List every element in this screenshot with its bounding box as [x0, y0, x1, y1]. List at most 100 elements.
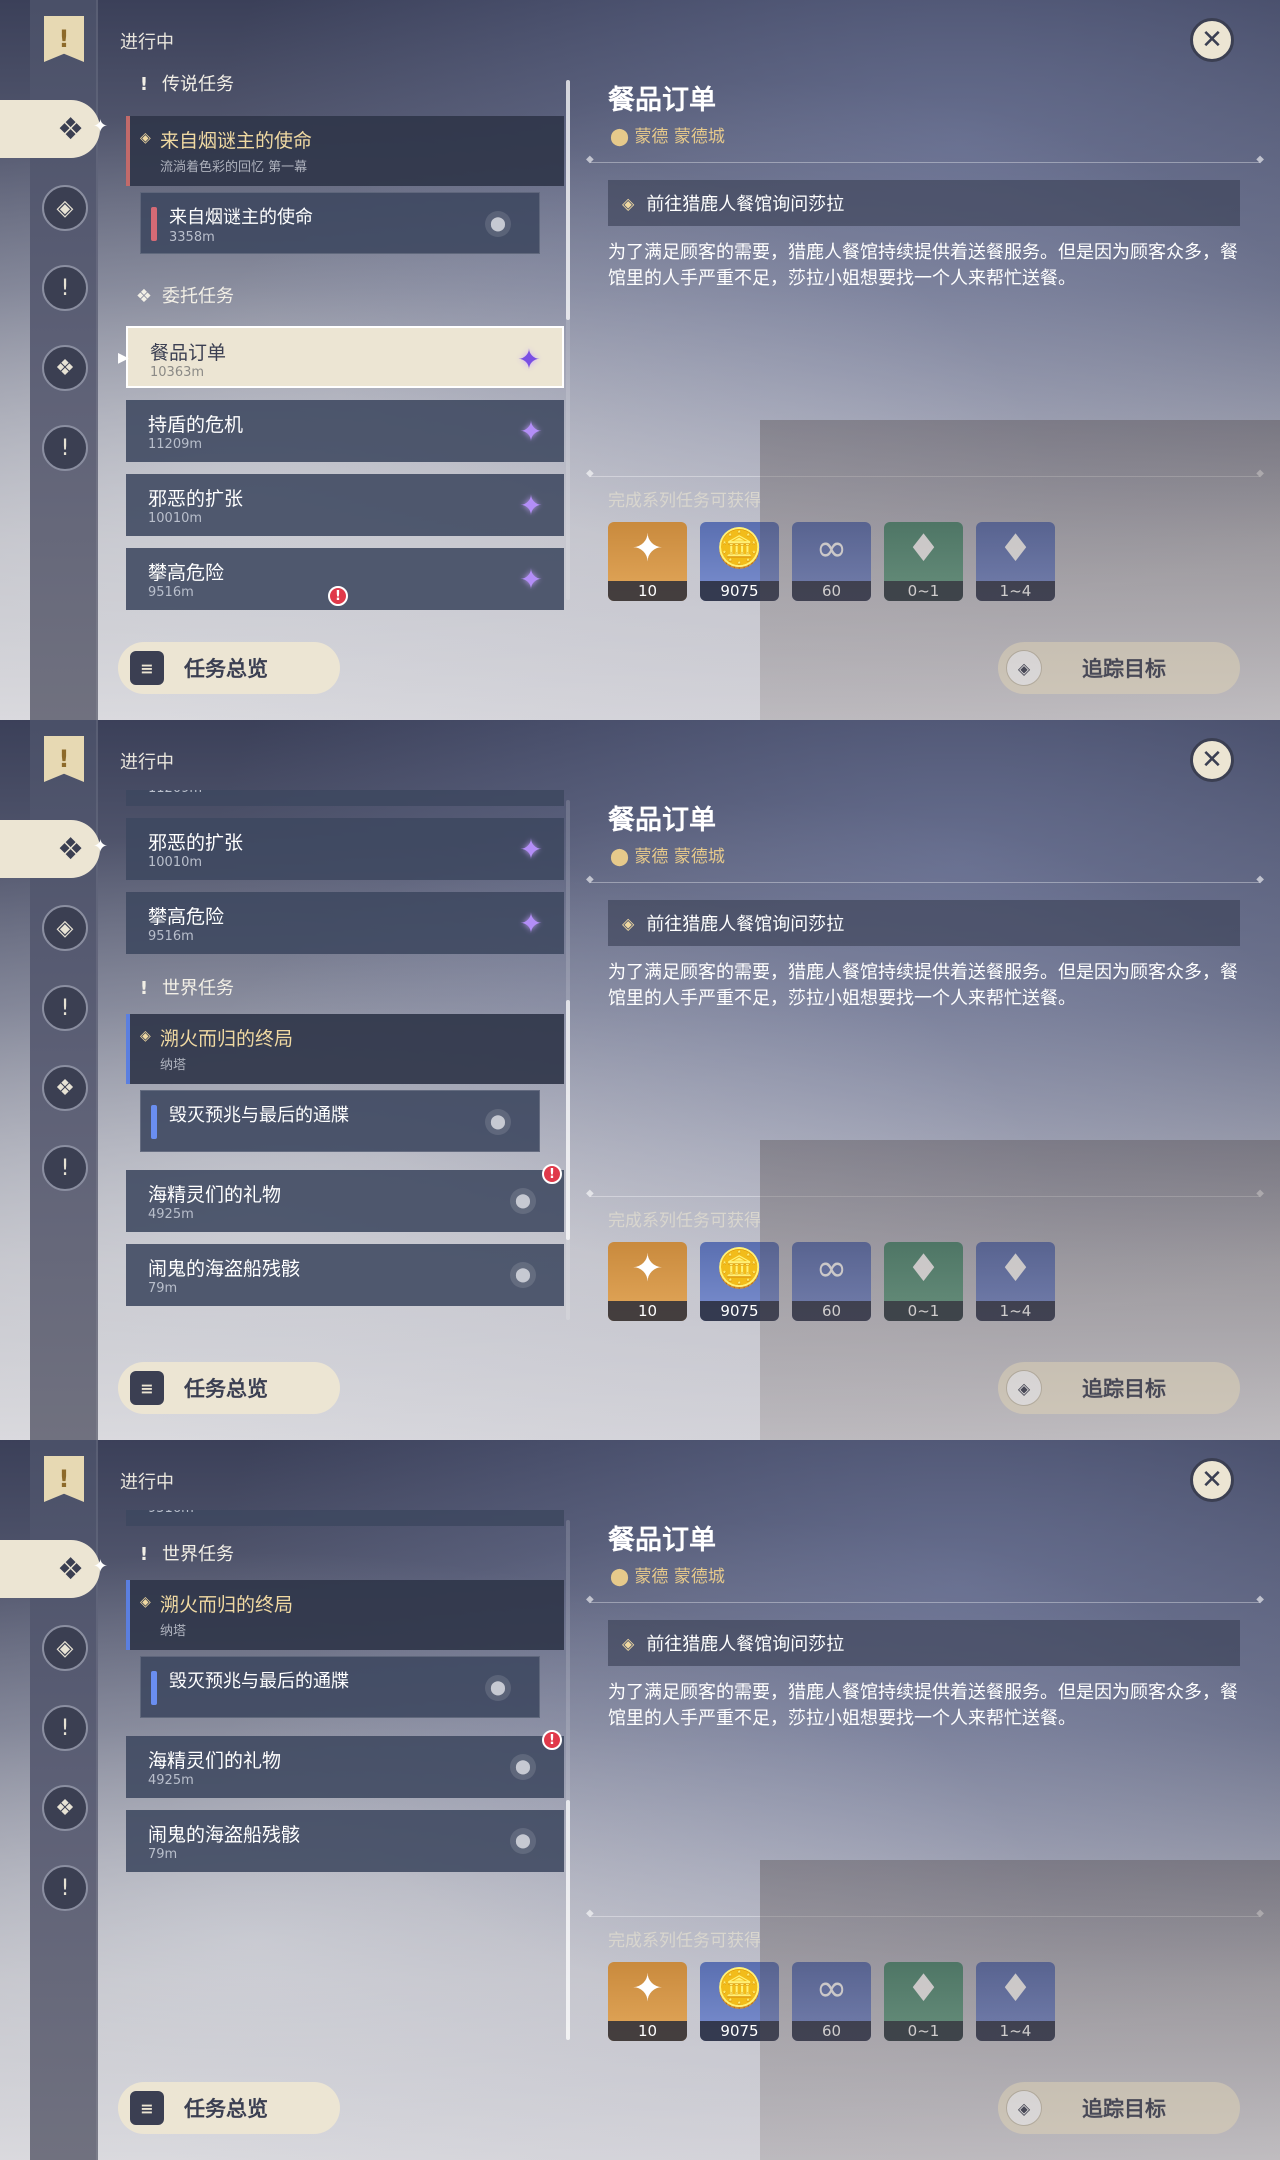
companionship-exp-icon[interactable]: ∞ 60 [792, 1242, 871, 1321]
primogem-icon[interactable]: ✦ 10 [608, 1242, 687, 1321]
quest-book-icon[interactable]: ! [44, 736, 84, 782]
close-button[interactable]: ✕ [1190, 1458, 1234, 1502]
primogem-icon[interactable]: ✦ 10 [608, 1962, 687, 2041]
quest-title: 来自烟谜主的使命 [160, 130, 313, 152]
scroll-thumb[interactable] [566, 80, 570, 320]
mora-icon[interactable]: 🪙 9075 [700, 1962, 779, 2041]
world-quest-card[interactable]: ◈ 溯火而归的终局 纳塔 [126, 1580, 564, 1650]
location-pin-icon[interactable]: ⬤ [510, 1188, 536, 1214]
button-label: 追踪目标 [1082, 657, 1166, 681]
world-subquest-card[interactable]: 毁灭预兆与最后的通牒 ⬤ [140, 1090, 540, 1152]
diamond-icon: ◈ [140, 1594, 151, 1610]
commission-card[interactable]: 邪恶的扩张 10010m ✦ [126, 818, 564, 880]
story-quest-filter-icon[interactable]: ! [42, 985, 88, 1031]
quest-title: 毁灭预兆与最后的通牒 [169, 1105, 349, 1126]
location-pin-icon[interactable]: ⬤ [485, 1675, 511, 1701]
objective-diamond-icon: ◈ [622, 1633, 635, 1653]
archon-quest-filter-icon[interactable]: ◈ [42, 905, 88, 951]
rewards-label: 完成系列任务可获得 [608, 1211, 761, 1231]
world-quest-filter-icon[interactable]: ! [42, 1865, 88, 1911]
commission-card[interactable]: 攀高危险 9516m ✦ [126, 1510, 564, 1526]
quest-overview-button[interactable]: ≡ 任务总览 [118, 2082, 340, 2134]
world-quest-filter-icon[interactable]: ! [42, 1145, 88, 1191]
world-quest-card[interactable]: ◈ 溯火而归的终局 纳塔 [126, 1014, 564, 1084]
archon-quest-card[interactable]: ◈ 来自烟谜主的使命 流淌着色彩的回忆 第一幕 [126, 116, 564, 186]
world-subquest-card[interactable]: 毁灭预兆与最后的通牒 ⬤ [140, 1656, 540, 1718]
sparkle-icon: ✦ [92, 836, 108, 857]
scrollbar[interactable] [566, 800, 570, 1320]
quest-overview-button[interactable]: ≡ 任务总览 [118, 642, 340, 694]
track-diamond-icon: ◈ [1006, 650, 1042, 686]
all-quests-tab[interactable]: ❖ ✦ [0, 1540, 108, 1598]
commission-card[interactable]: 持盾的危机 11209m ✦ [126, 400, 564, 462]
close-button[interactable]: ✕ [1190, 738, 1234, 782]
reward-qty: 10 [608, 2021, 687, 2041]
all-quests-icon: ❖ [57, 1551, 84, 1587]
location-pin-icon[interactable]: ⬤ [485, 211, 511, 237]
world-quest-card[interactable]: 海精灵们的礼物 4925m ⬤ [126, 1170, 564, 1232]
track-target-button[interactable]: ◈ 追踪目标 [998, 642, 1240, 694]
quest-distance: 4925m [148, 1207, 194, 1222]
commission-filter-icon[interactable]: ❖ [42, 1065, 88, 1111]
companionship-exp-icon[interactable]: ∞ 60 [792, 1962, 871, 2041]
location-pin-icon[interactable]: ⬤ [510, 1262, 536, 1288]
story-quest-filter-icon[interactable]: ! [42, 1705, 88, 1751]
crystal-chunk-icon[interactable]: ♦ 0~1 [884, 522, 963, 601]
mora-icon[interactable]: 🪙 9075 [700, 1242, 779, 1321]
location-pin-icon[interactable]: ⬤ [510, 1828, 536, 1854]
world-quest-card[interactable]: 闹鬼的海盗船残骸 79m ⬤ [126, 1810, 564, 1872]
magical-crystal-icon[interactable]: ♦ 1~4 [976, 522, 1055, 601]
quest-screen-3: ! ◈ ! ❖ ! ❖✦ 进行中 ✕ 攀高危险 9516m ✦ !世界任务 ◈ … [0, 1440, 1280, 2160]
story-quest-filter-icon[interactable]: ! [42, 265, 88, 311]
reward-qty: 10 [608, 1301, 687, 1321]
world-quest-card[interactable]: 海精灵们的礼物 4925m ⬤ [126, 1736, 564, 1798]
scrollbar[interactable] [566, 1520, 570, 2040]
quest-overview-button[interactable]: ≡ 任务总览 [118, 1362, 340, 1414]
magical-crystal-icon[interactable]: ♦ 1~4 [976, 1962, 1055, 2041]
quest-title: 溯火而归的终局 [160, 1594, 294, 1616]
in-progress-header: 进行中 [120, 1472, 174, 1493]
commission-card-selected[interactable]: ▶ 餐品订单 10363m ✦ [118, 326, 564, 388]
quest-title: 来自烟谜主的使命 [169, 207, 313, 228]
all-quests-tab[interactable]: ❖ ✦ [0, 100, 108, 158]
world-quest-filter-icon[interactable]: ! [42, 425, 88, 471]
scroll-thumb[interactable] [566, 1000, 570, 1240]
crystal-chunk-icon[interactable]: ♦ 0~1 [884, 1962, 963, 2041]
scroll-thumb[interactable] [566, 1800, 570, 2040]
commission-filter-icon[interactable]: ❖ [42, 345, 88, 391]
quest-distance: 10010m [148, 855, 203, 870]
quest-list[interactable]: 攀高危险 9516m ✦ ! 世界任务 ◈ 溯火而归的终局 纳塔 毁灭预兆与最后的… [118, 1510, 568, 2050]
commission-card[interactable]: 攀高危险 9516m ✦ [126, 892, 564, 954]
archon-quest-filter-icon[interactable]: ◈ [42, 1625, 88, 1671]
quest-list[interactable]: 持盾的危机 11209m ✦ 邪恶的扩张 10010m ✦ 攀高危险 9516m… [118, 790, 568, 1330]
quest-distance: 9516m [148, 929, 194, 944]
commission-card[interactable]: 邪恶的扩张 10010m ✦ [126, 474, 564, 536]
track-diamond-icon: ◈ [1006, 1370, 1042, 1406]
commission-card[interactable]: 持盾的危机 11209m ✦ [126, 790, 564, 806]
mora-icon[interactable]: 🪙 9075 [700, 522, 779, 601]
quest-book-icon[interactable]: ! [44, 1456, 84, 1502]
location-text: 蒙德 蒙德城 [634, 847, 725, 867]
location-pin-icon[interactable]: ⬤ [510, 1754, 536, 1780]
track-target-button[interactable]: ◈ 追踪目标 [998, 2082, 1240, 2134]
archon-quest-filter-icon[interactable]: ◈ [42, 185, 88, 231]
commission-marker-icon: ✦ [519, 488, 543, 522]
world-quest-card[interactable]: 闹鬼的海盗船残骸 79m ⬤ [126, 1244, 564, 1306]
all-quests-tab[interactable]: ❖ ✦ [0, 820, 108, 878]
reward-qty: 0~1 [884, 1301, 963, 1321]
primogem-icon[interactable]: ✦ 10 [608, 522, 687, 601]
close-button[interactable]: ✕ [1190, 18, 1234, 62]
magical-crystal-icon[interactable]: ♦ 1~4 [976, 1242, 1055, 1321]
scrollbar[interactable] [566, 80, 570, 600]
quest-list[interactable]: ! 传说任务 ◈ 来自烟谜主的使命 流淌着色彩的回忆 第一幕 来自烟谜主的使命 3… [118, 70, 568, 610]
location-pin-icon[interactable]: ⬤ [485, 1109, 511, 1135]
commission-filter-icon[interactable]: ❖ [42, 1785, 88, 1831]
quest-description: 为了满足顾客的需要，猎鹿人餐馆持续提供着送餐服务。但是因为顾客众多，餐馆里的人手… [608, 962, 1238, 1009]
companionship-exp-icon[interactable]: ∞ 60 [792, 522, 871, 601]
archon-subquest-card[interactable]: 来自烟谜主的使命 3358m ⬤ [140, 192, 540, 254]
quest-list-icon: ≡ [130, 1371, 164, 1405]
crystal-chunk-icon[interactable]: ♦ 0~1 [884, 1242, 963, 1321]
track-target-button[interactable]: ◈ 追踪目标 [998, 1362, 1240, 1414]
quest-book-icon[interactable]: ! [44, 16, 84, 62]
quest-detail-title: 餐品订单 [608, 805, 716, 836]
